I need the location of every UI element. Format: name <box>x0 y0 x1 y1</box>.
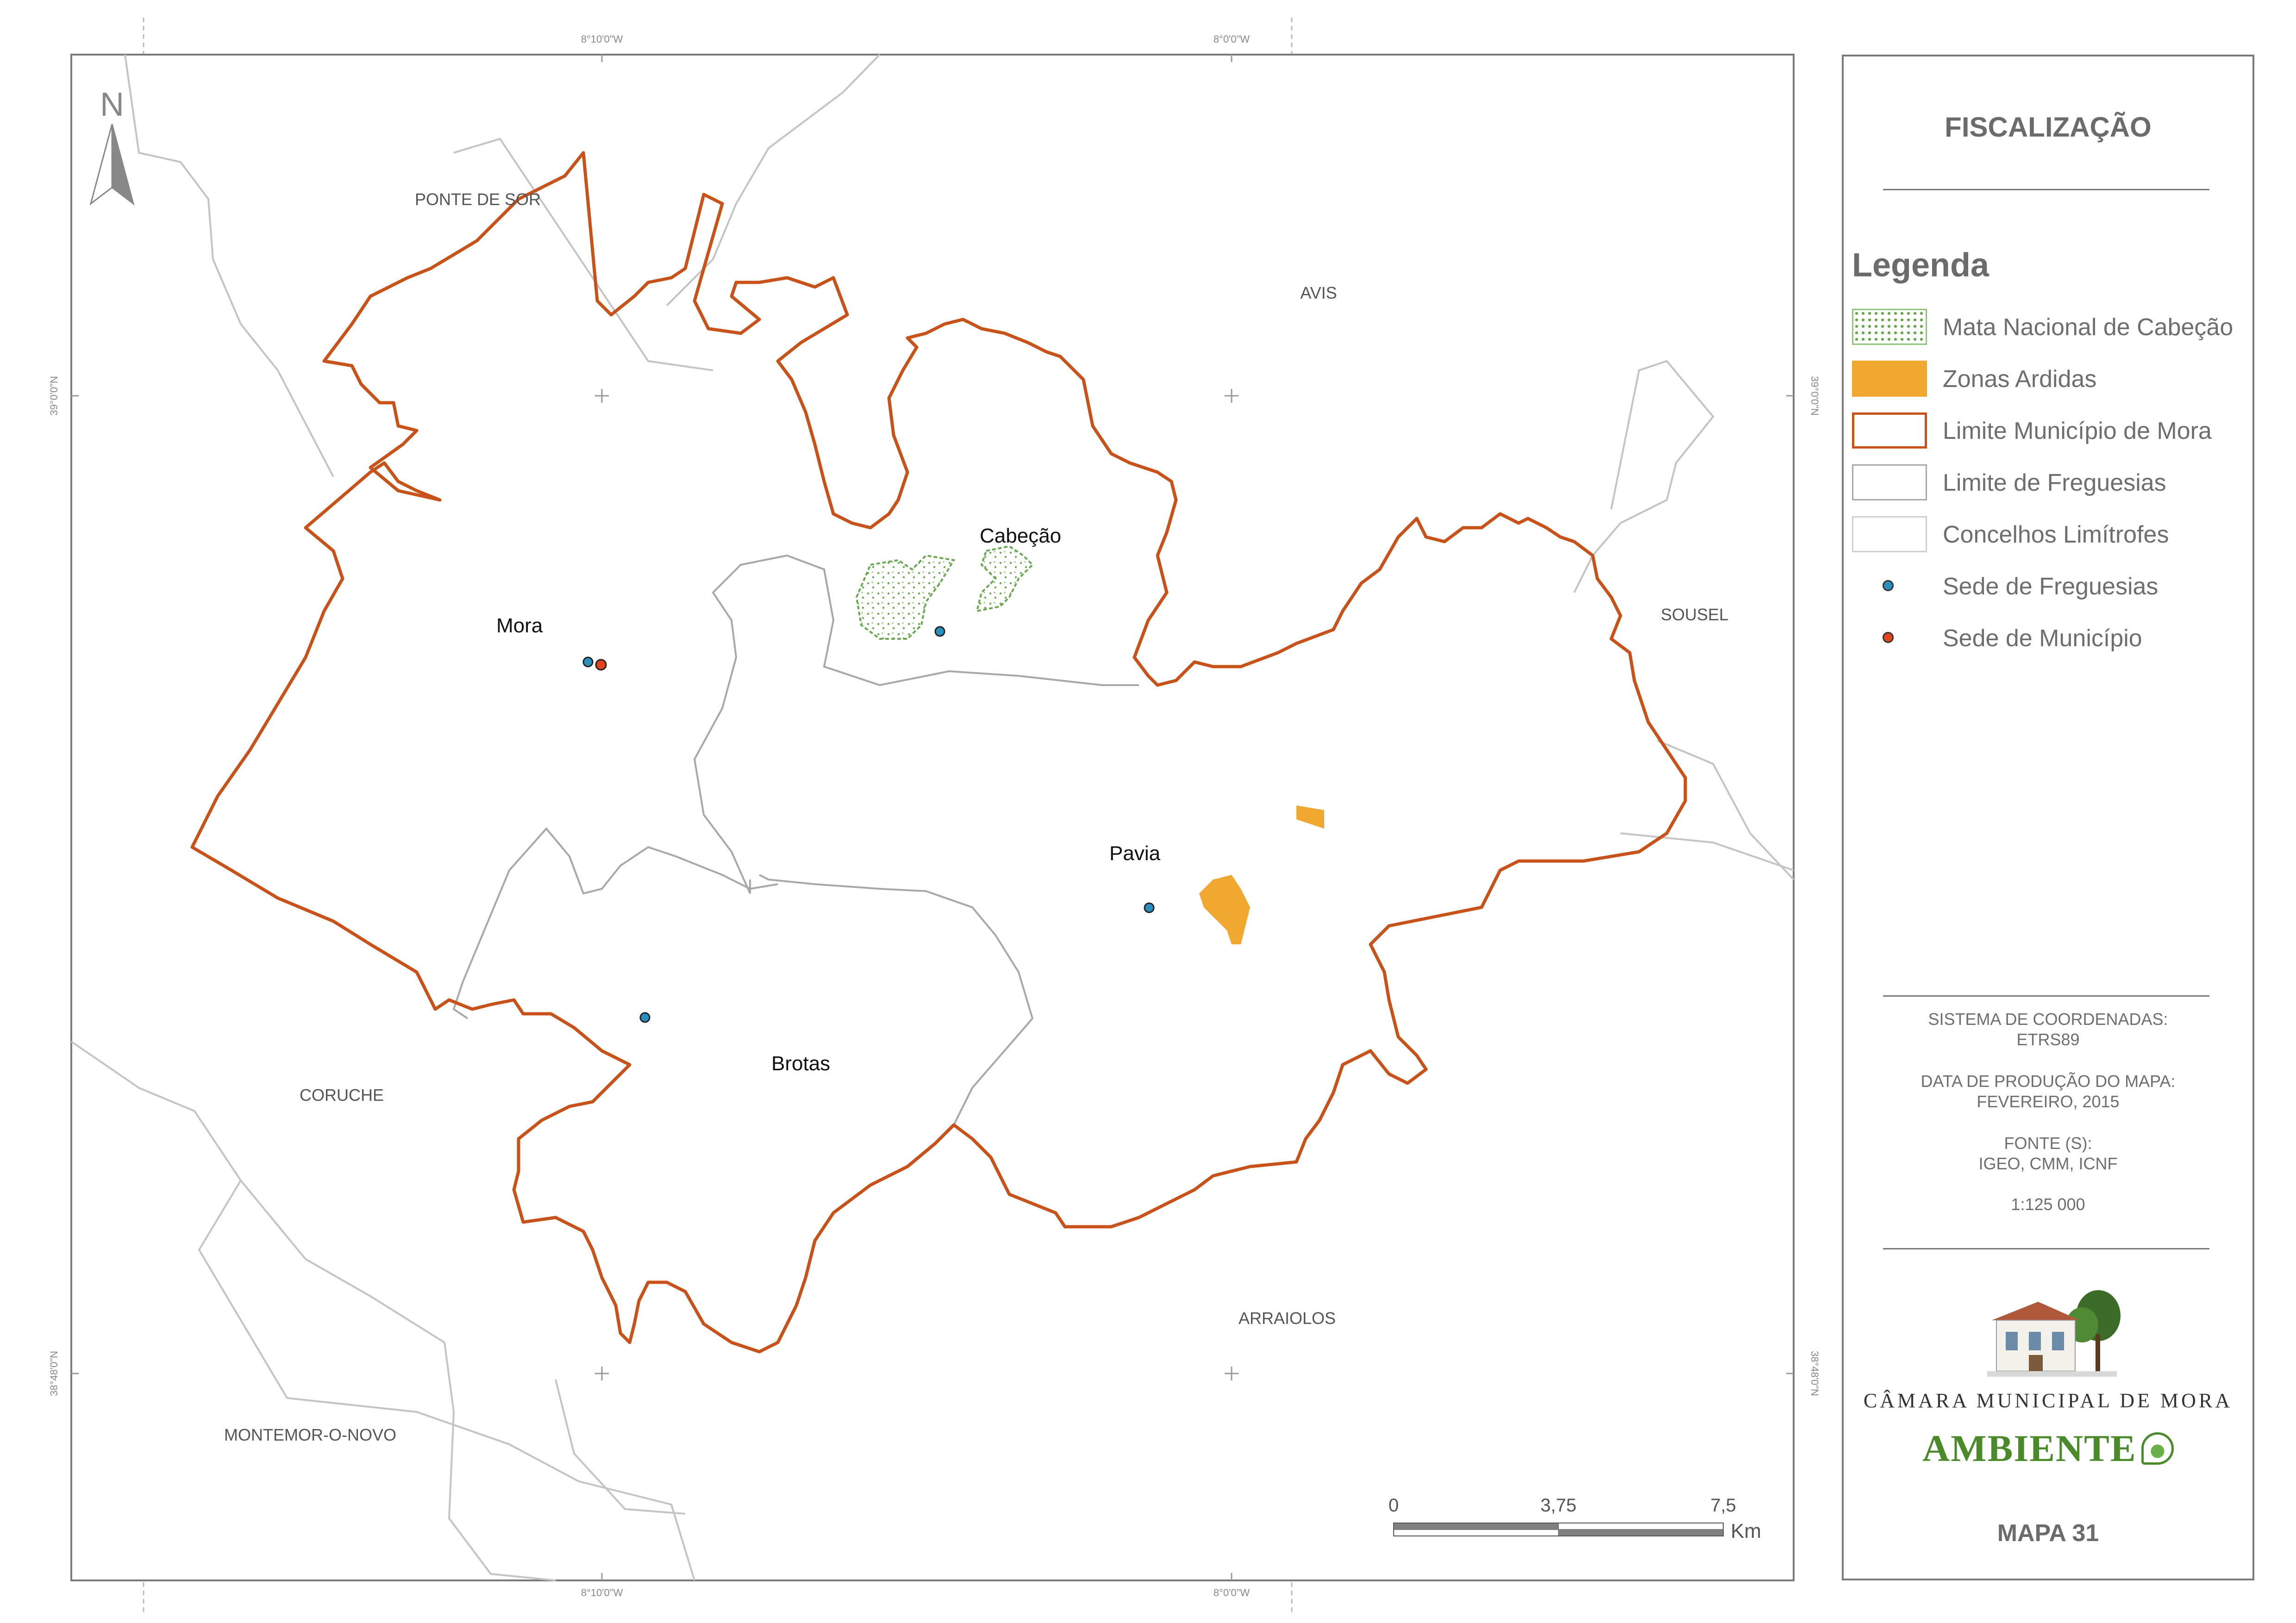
label-avis: AVIS <box>1300 283 1337 302</box>
ambiente-wordmark: AMBIENTE <box>1922 1427 2137 1469</box>
label-ponte-de-sor: PONTE DE SOR <box>415 190 541 209</box>
label-sousel: SOUSEL <box>1661 605 1728 624</box>
label-brotas: Brotas <box>771 1052 830 1075</box>
ambiente-brand: AMBIENTE <box>1844 1427 2252 1470</box>
orange-fill-icon <box>1852 361 1927 397</box>
label-cabecao: Cabeção <box>980 524 1061 547</box>
coord-label: SISTEMA DE COORDENADAS: <box>1928 1010 2168 1029</box>
source-label: FONTE (S): <box>2004 1134 2092 1153</box>
grid-lat-1-left: 39°0'0"N <box>48 376 60 416</box>
grid-lon-2-bottom: 8°0'0"W <box>1214 1587 1250 1598</box>
grid-lat-2-left: 38°48'0"N <box>48 1351 60 1396</box>
grid-lon-1-top: 8°10'0"W <box>581 33 623 45</box>
map-scale: 1:125 000 <box>2011 1195 2085 1214</box>
scale-unit: Km <box>1731 1520 1761 1542</box>
sede-freguesia-mora <box>582 656 594 668</box>
sede-municipio-mora <box>595 659 607 671</box>
scale-tick-mid: 3,75 <box>1540 1495 1577 1516</box>
legend-item-mata: Mata Nacional de Cabeção <box>1852 309 2250 347</box>
sede-freguesia-cabecao <box>934 626 945 637</box>
grid-lon-2-top: 8°0'0"W <box>1214 33 1250 45</box>
blue-dot-icon <box>1883 580 1894 591</box>
source-value: IGEO, CMM, ICNF <box>1978 1154 2118 1173</box>
coord-value: ETRS89 <box>2016 1030 2080 1049</box>
label-pavia: Pavia <box>1109 842 1161 865</box>
orange-outline-icon <box>1852 412 1927 449</box>
grid-lat-1-right: 39°0'0"N <box>1809 376 1821 416</box>
info-panel: FISCALIZAÇÃO Legenda Mata Nacional de Ca… <box>1842 55 2254 1580</box>
sede-freguesia-brotas <box>639 1012 651 1023</box>
info-divider-top <box>1883 995 2209 997</box>
legend-title: Legenda <box>1852 247 1989 284</box>
org-name: CÂMARA MUNICIPAL DE MORA <box>1863 1389 2233 1412</box>
legend-item-limite-freguesias: Limite de Freguesias <box>1852 464 2250 502</box>
grid-lon-1-bottom: 8°10'0"W <box>581 1587 623 1598</box>
dotted-green-fill-icon <box>1852 309 1927 345</box>
grey-outline-icon <box>1852 464 1927 500</box>
map-frame <box>70 54 1795 1581</box>
grid-lat-2-right: 38°48'0"N <box>1809 1351 1821 1396</box>
label-coruche: CORUCHE <box>300 1086 384 1105</box>
legend-item-limite-municipio: Limite Município de Mora <box>1852 412 2250 450</box>
title-divider <box>1883 189 2209 190</box>
date-value: FEVEREIRO, 2015 <box>1977 1092 2120 1111</box>
panel-title: FISCALIZAÇÃO <box>1945 112 2152 143</box>
north-label: N <box>100 86 124 123</box>
info-divider-bottom <box>1883 1248 2209 1249</box>
label-mora: Mora <box>496 614 543 637</box>
sede-freguesia-pavia <box>1144 902 1155 913</box>
scale-tick-0: 0 <box>1389 1495 1399 1516</box>
red-dot-icon <box>1883 632 1894 643</box>
date-label: DATA DE PRODUÇÃO DO MAPA: <box>1921 1072 2176 1091</box>
legend-item-sede-freguesias: Sede de Freguesias <box>1852 568 2250 606</box>
light-grey-outline-icon <box>1852 516 1927 552</box>
legend-item-concelhos: Concelhos Limítrofes <box>1852 516 2250 554</box>
town-hall-logo-icon <box>1987 1290 2121 1377</box>
leaf-icon <box>2141 1432 2174 1465</box>
map-number: MAPA 31 <box>1997 1520 2099 1547</box>
scale-tick-max: 7,5 <box>1710 1495 1736 1516</box>
label-montemor: MONTEMOR-O-NOVO <box>224 1425 396 1444</box>
label-arraiolos: ARRAIOLOS <box>1239 1309 1336 1328</box>
legend-item-zonas-ardidas: Zonas Ardidas <box>1852 361 2250 399</box>
legend-item-sede-municipio: Sede de Município <box>1852 620 2250 658</box>
